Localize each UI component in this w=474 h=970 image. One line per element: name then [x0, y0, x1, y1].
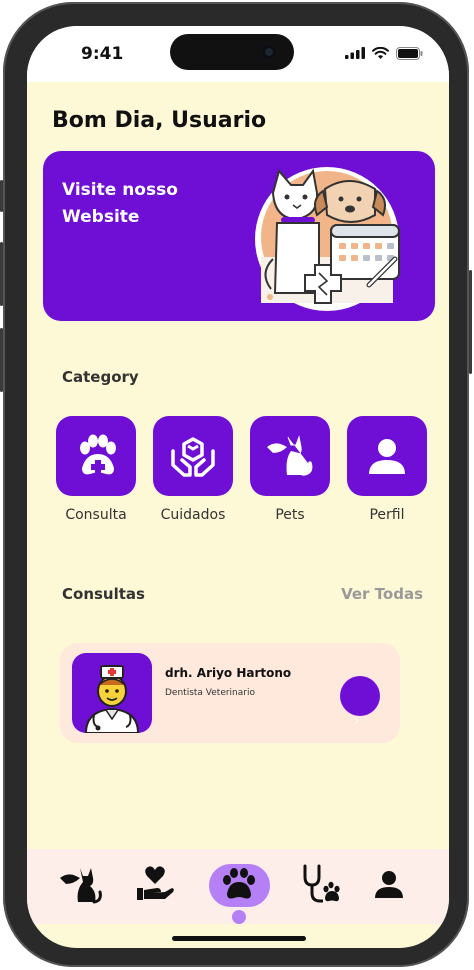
volume-up-button	[0, 242, 3, 306]
category-pets[interactable]: Pets	[250, 416, 330, 523]
greeting-title: Bom Dia, Usuario	[52, 108, 267, 133]
doctor-avatar	[72, 653, 152, 733]
user-icon	[375, 871, 403, 898]
status-bar: 9:41	[27, 26, 449, 82]
chevron-right-icon: ›	[354, 713, 360, 729]
user-icon	[369, 439, 405, 474]
power-button	[469, 270, 472, 374]
care-icon	[137, 866, 174, 900]
stethoscope-icon	[303, 864, 340, 903]
paw-icon	[223, 868, 255, 899]
mute-switch	[0, 180, 3, 212]
bottom-nav	[27, 849, 449, 924]
nav-vet[interactable]	[295, 861, 345, 907]
home-indicator[interactable]	[172, 936, 306, 941]
website-banner[interactable]: Visite nosso Website	[43, 151, 435, 321]
pets-illustration-icon	[255, 167, 400, 311]
paw-medical-icon	[80, 434, 116, 475]
wifi-icon	[372, 47, 389, 59]
nav-care[interactable]	[130, 861, 180, 907]
see-all-link[interactable]: Ver Todas	[341, 585, 423, 603]
volume-down-button	[0, 328, 3, 392]
category-label: Consulta	[65, 507, 127, 523]
nav-active-dot	[232, 910, 246, 924]
category-label: Perfil	[369, 507, 405, 523]
phone-frame: 9:41 Bom Dia, Usuario Visite nosso Websi…	[0, 2, 472, 967]
camera-icon	[262, 45, 276, 59]
banner-text: Visite nosso Website	[62, 180, 178, 227]
nav-pets[interactable]	[55, 861, 105, 907]
category-perfil[interactable]: Perfil	[347, 416, 427, 523]
nav-profile[interactable]	[364, 861, 414, 907]
category-label: Pets	[275, 507, 305, 523]
doctor-name: drh. Ariyo Hartono	[165, 666, 292, 680]
screen: 9:41 Bom Dia, Usuario Visite nosso Websi…	[27, 26, 449, 948]
pet-cat-hand-icon	[267, 435, 313, 476]
care-hands-icon	[171, 437, 215, 477]
signal-icon	[345, 47, 365, 59]
doctor-icon	[84, 665, 140, 733]
pets-icon	[60, 868, 102, 904]
category-cuidados[interactable]: Cuidados	[153, 416, 233, 523]
dynamic-island	[170, 34, 294, 70]
battery-icon	[396, 46, 423, 60]
category-consulta[interactable]: Consulta	[56, 416, 136, 523]
status-icons	[345, 46, 423, 60]
consultas-title: Consultas	[62, 585, 145, 603]
nav-home[interactable]	[214, 861, 264, 907]
appointment-card[interactable]: drh. Ariyo Hartono Dentista Veterinario …	[60, 643, 400, 743]
category-label: Cuidados	[160, 507, 226, 523]
status-time: 9:41	[81, 44, 124, 64]
appointment-open-button[interactable]	[340, 676, 380, 716]
category-title: Category	[62, 368, 139, 386]
doctor-role: Dentista Veterinario	[165, 688, 255, 698]
category-list: Consulta Cuidados Pets Perfil	[56, 416, 428, 536]
